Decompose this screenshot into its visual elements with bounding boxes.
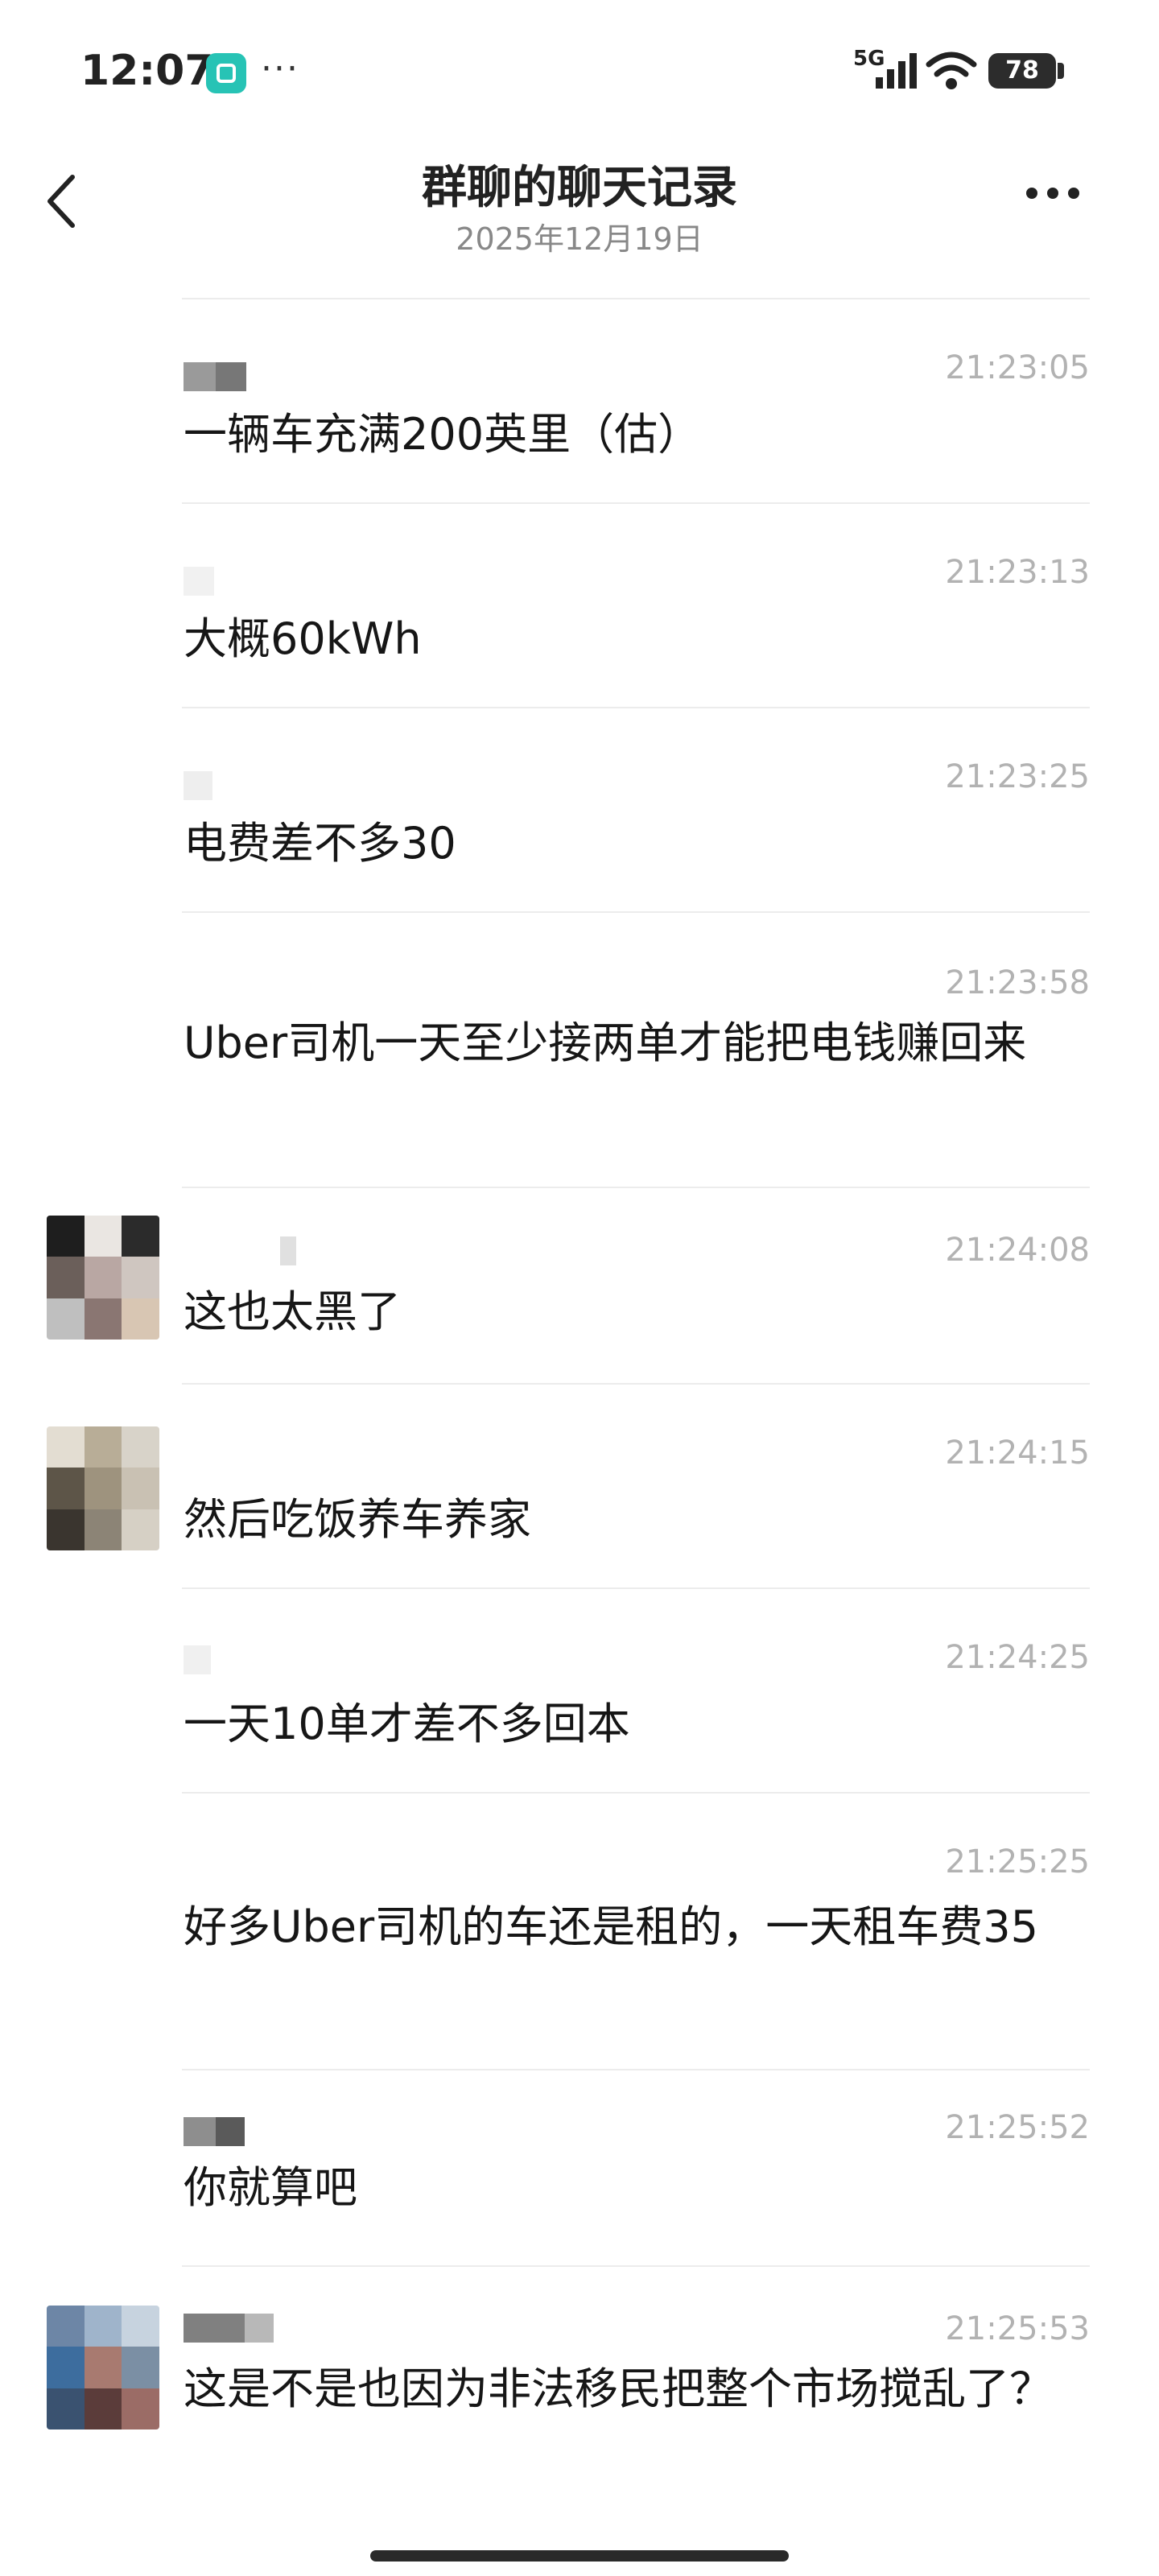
message-divider <box>182 502 1090 504</box>
message-timestamp: 21:23:05 <box>945 349 1090 386</box>
message-divider <box>182 2265 1090 2267</box>
message-timestamp: 21:25:52 <box>945 2109 1090 2146</box>
sender-name-blurred <box>184 1236 296 1265</box>
more-notifications-icon: ··· <box>261 48 299 89</box>
message-divider <box>182 1187 1090 1188</box>
message-timestamp: 21:23:25 <box>945 758 1090 795</box>
message-text[interactable]: 你就算吧 <box>184 2153 1090 2223</box>
avatar[interactable] <box>47 1216 159 1340</box>
message-text[interactable]: Uber司机一天至少接两单才能把电钱赚回来 <box>184 1008 1090 1079</box>
message-timestamp: 21:24:15 <box>945 1435 1090 1472</box>
message-timestamp: 21:24:25 <box>945 1639 1090 1676</box>
message-divider <box>182 2069 1090 2070</box>
message-divider <box>182 707 1090 708</box>
message-divider <box>182 911 1090 913</box>
more-dots-icon[interactable] <box>1021 169 1085 217</box>
chat-message: 21:25:53 这是不是也因为非法移民把整个市场搅乱了？ <box>0 2265 1159 2576</box>
chat-message: 21:23:25 电费差不多30 <box>0 707 1159 911</box>
message-timestamp: 21:23:58 <box>945 964 1090 1001</box>
wifi-icon <box>926 52 977 89</box>
sender-name-blurred <box>184 362 246 391</box>
avatar[interactable] <box>47 1426 159 1550</box>
battery-indicator: 78 <box>988 53 1056 89</box>
message-text[interactable]: 好多Uber司机的车还是租的，一天租车费35 <box>184 1892 1090 1963</box>
sender-name-blurred <box>184 2117 245 2146</box>
message-divider <box>182 1792 1090 1794</box>
message-text[interactable]: 这是不是也因为非法移民把整个市场搅乱了？ <box>184 2354 1090 2425</box>
chat-message: 21:24:08 这也太黑了 <box>0 1187 1159 1383</box>
chat-message: 21:24:15 然后吃饭养车养家 <box>0 1383 1159 1587</box>
sender-name-blurred <box>184 771 212 800</box>
sender-name-blurred <box>184 1645 211 1674</box>
battery-tip <box>1058 63 1064 79</box>
message-text[interactable]: 电费差不多30 <box>184 808 1090 879</box>
chat-message: 21:23:58 Uber司机一天至少接两单才能把电钱赚回来 <box>0 911 1159 1187</box>
chat-message: 21:25:25 好多Uber司机的车还是租的，一天租车费35 <box>0 1792 1159 2069</box>
message-text[interactable]: 一天10单才差不多回本 <box>184 1689 1090 1760</box>
sender-name-blurred <box>184 567 214 596</box>
message-timestamp: 21:25:53 <box>945 2310 1090 2347</box>
header-bar: 群聊的聊天记录 2025年12月19日 <box>0 137 1159 298</box>
message-text[interactable]: 大概60kWh <box>184 604 1090 675</box>
message-timestamp: 21:25:25 <box>945 1843 1090 1880</box>
page-date: 2025年12月19日 <box>456 221 703 257</box>
message-text[interactable]: 然后吃饭养车养家 <box>184 1484 1090 1555</box>
page-title: 群聊的聊天记录 <box>422 162 737 214</box>
message-text[interactable]: 这也太黑了 <box>184 1277 1090 1348</box>
message-timestamp: 21:24:08 <box>945 1232 1090 1269</box>
app-notification-icon <box>206 53 246 93</box>
message-divider <box>182 1587 1090 1589</box>
status-bar: 12:07 ··· 5G 78 <box>0 0 1159 145</box>
status-time: 12:07 <box>80 47 214 95</box>
home-indicator[interactable] <box>370 2550 789 2562</box>
avatar[interactable] <box>47 2306 159 2429</box>
chat-message: 21:23:05 一辆车充满200英里（估） <box>0 298 1159 502</box>
chat-message: 21:24:25 一天10单才差不多回本 <box>0 1587 1159 1792</box>
sender-name-blurred <box>184 2314 274 2343</box>
signal-icon <box>876 53 917 89</box>
message-timestamp: 21:23:13 <box>945 554 1090 591</box>
chat-message: 21:25:52 你就算吧 <box>0 2069 1159 2265</box>
message-divider <box>182 1383 1090 1385</box>
chat-message: 21:23:13 大概60kWh <box>0 502 1159 707</box>
message-divider <box>182 298 1090 299</box>
message-text[interactable]: 一辆车充满200英里（估） <box>184 399 1090 470</box>
